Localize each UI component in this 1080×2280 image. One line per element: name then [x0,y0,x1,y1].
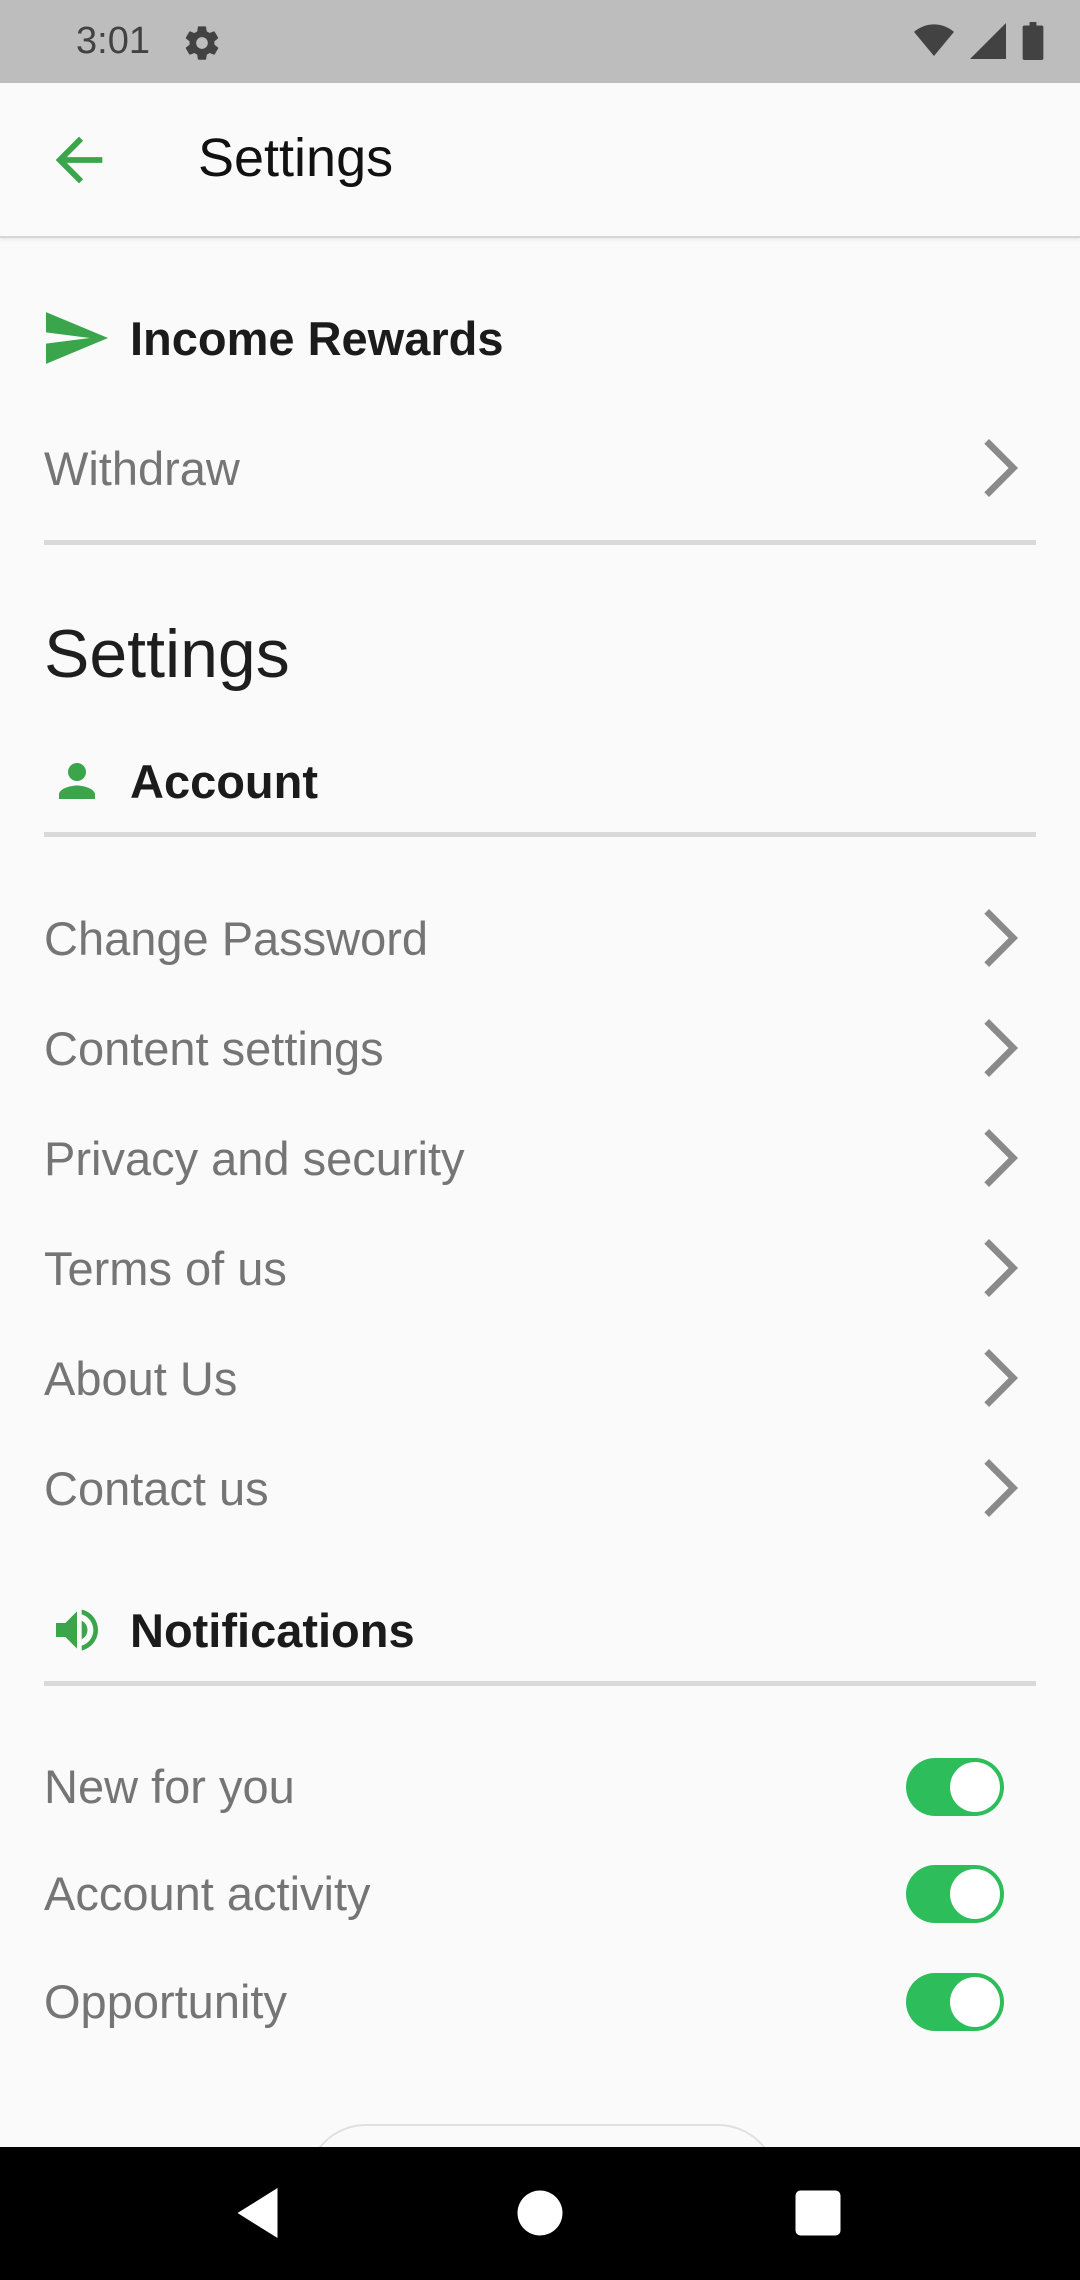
app-bar: Settings [0,83,1080,238]
content-settings-row[interactable]: Content settings [44,998,1036,1098]
withdraw-label: Withdraw [44,441,240,495]
toggle-knob [950,1762,1000,1812]
account-activity-row: Account activity [44,1843,1036,1943]
speaker-volume-icon [44,1597,110,1663]
account-activity-label: Account activity [44,1866,371,1920]
toggle-knob [950,1869,1000,1919]
notifications-header: Notifications [44,1597,415,1663]
opportunity-toggle[interactable] [906,1973,1004,2031]
opportunity-row: Opportunity [44,1951,1036,2051]
chevron-right-icon [984,1238,1019,1298]
privacy-security-label: Privacy and security [44,1131,465,1185]
chevron-right-icon [984,1128,1019,1188]
toggle-knob [950,1977,1000,2027]
system-navigation-bar [0,2147,1080,2280]
chevron-right-icon [984,438,1019,498]
new-for-you-toggle[interactable] [906,1758,1004,1816]
send-icon [44,305,110,371]
chevron-right-icon [984,908,1019,968]
contact-us-label: Contact us [44,1461,269,1515]
settings-title: Settings [44,616,290,692]
contact-us-row[interactable]: Contact us [44,1438,1036,1538]
chevron-right-icon [984,1018,1019,1078]
notifications-label: Notifications [130,1603,415,1657]
divider [44,1681,1036,1686]
divider [44,832,1036,837]
income-rewards-label: Income Rewards [130,311,504,365]
account-header: Account [44,748,318,814]
wifi-icon [914,24,954,56]
battery-icon [1022,22,1044,60]
back-arrow-icon[interactable] [44,125,114,195]
status-indicators [914,22,1044,60]
opportunity-label: Opportunity [44,1974,287,2028]
content-settings-label: Content settings [44,1021,384,1075]
person-icon [44,748,110,814]
account-label: Account [130,754,318,808]
nav-home-icon[interactable] [510,2183,570,2243]
privacy-security-row[interactable]: Privacy and security [44,1108,1036,1208]
new-for-you-row: New for you [44,1736,1036,1836]
divider [44,540,1036,545]
settings-gear-icon [185,26,219,60]
nav-recents-icon[interactable] [788,2183,848,2243]
income-rewards-header: Income Rewards [44,305,504,371]
withdraw-row[interactable]: Withdraw [44,418,1036,518]
status-bar: 3:01 [0,0,1080,83]
terms-label: Terms of us [44,1241,287,1295]
terms-row[interactable]: Terms of us [44,1218,1036,1318]
nav-back-icon[interactable] [230,2183,290,2243]
cell-signal-icon [970,23,1006,59]
chevron-right-icon [984,1348,1019,1408]
account-activity-toggle[interactable] [906,1865,1004,1923]
status-time: 3:01 [76,20,150,62]
app-bar-title: Settings [198,128,394,188]
change-password-row[interactable]: Change Password [44,888,1036,988]
new-for-you-label: New for you [44,1759,295,1813]
chevron-right-icon [984,1458,1019,1518]
about-us-label: About Us [44,1351,238,1405]
change-password-label: Change Password [44,911,429,965]
about-us-row[interactable]: About Us [44,1328,1036,1428]
